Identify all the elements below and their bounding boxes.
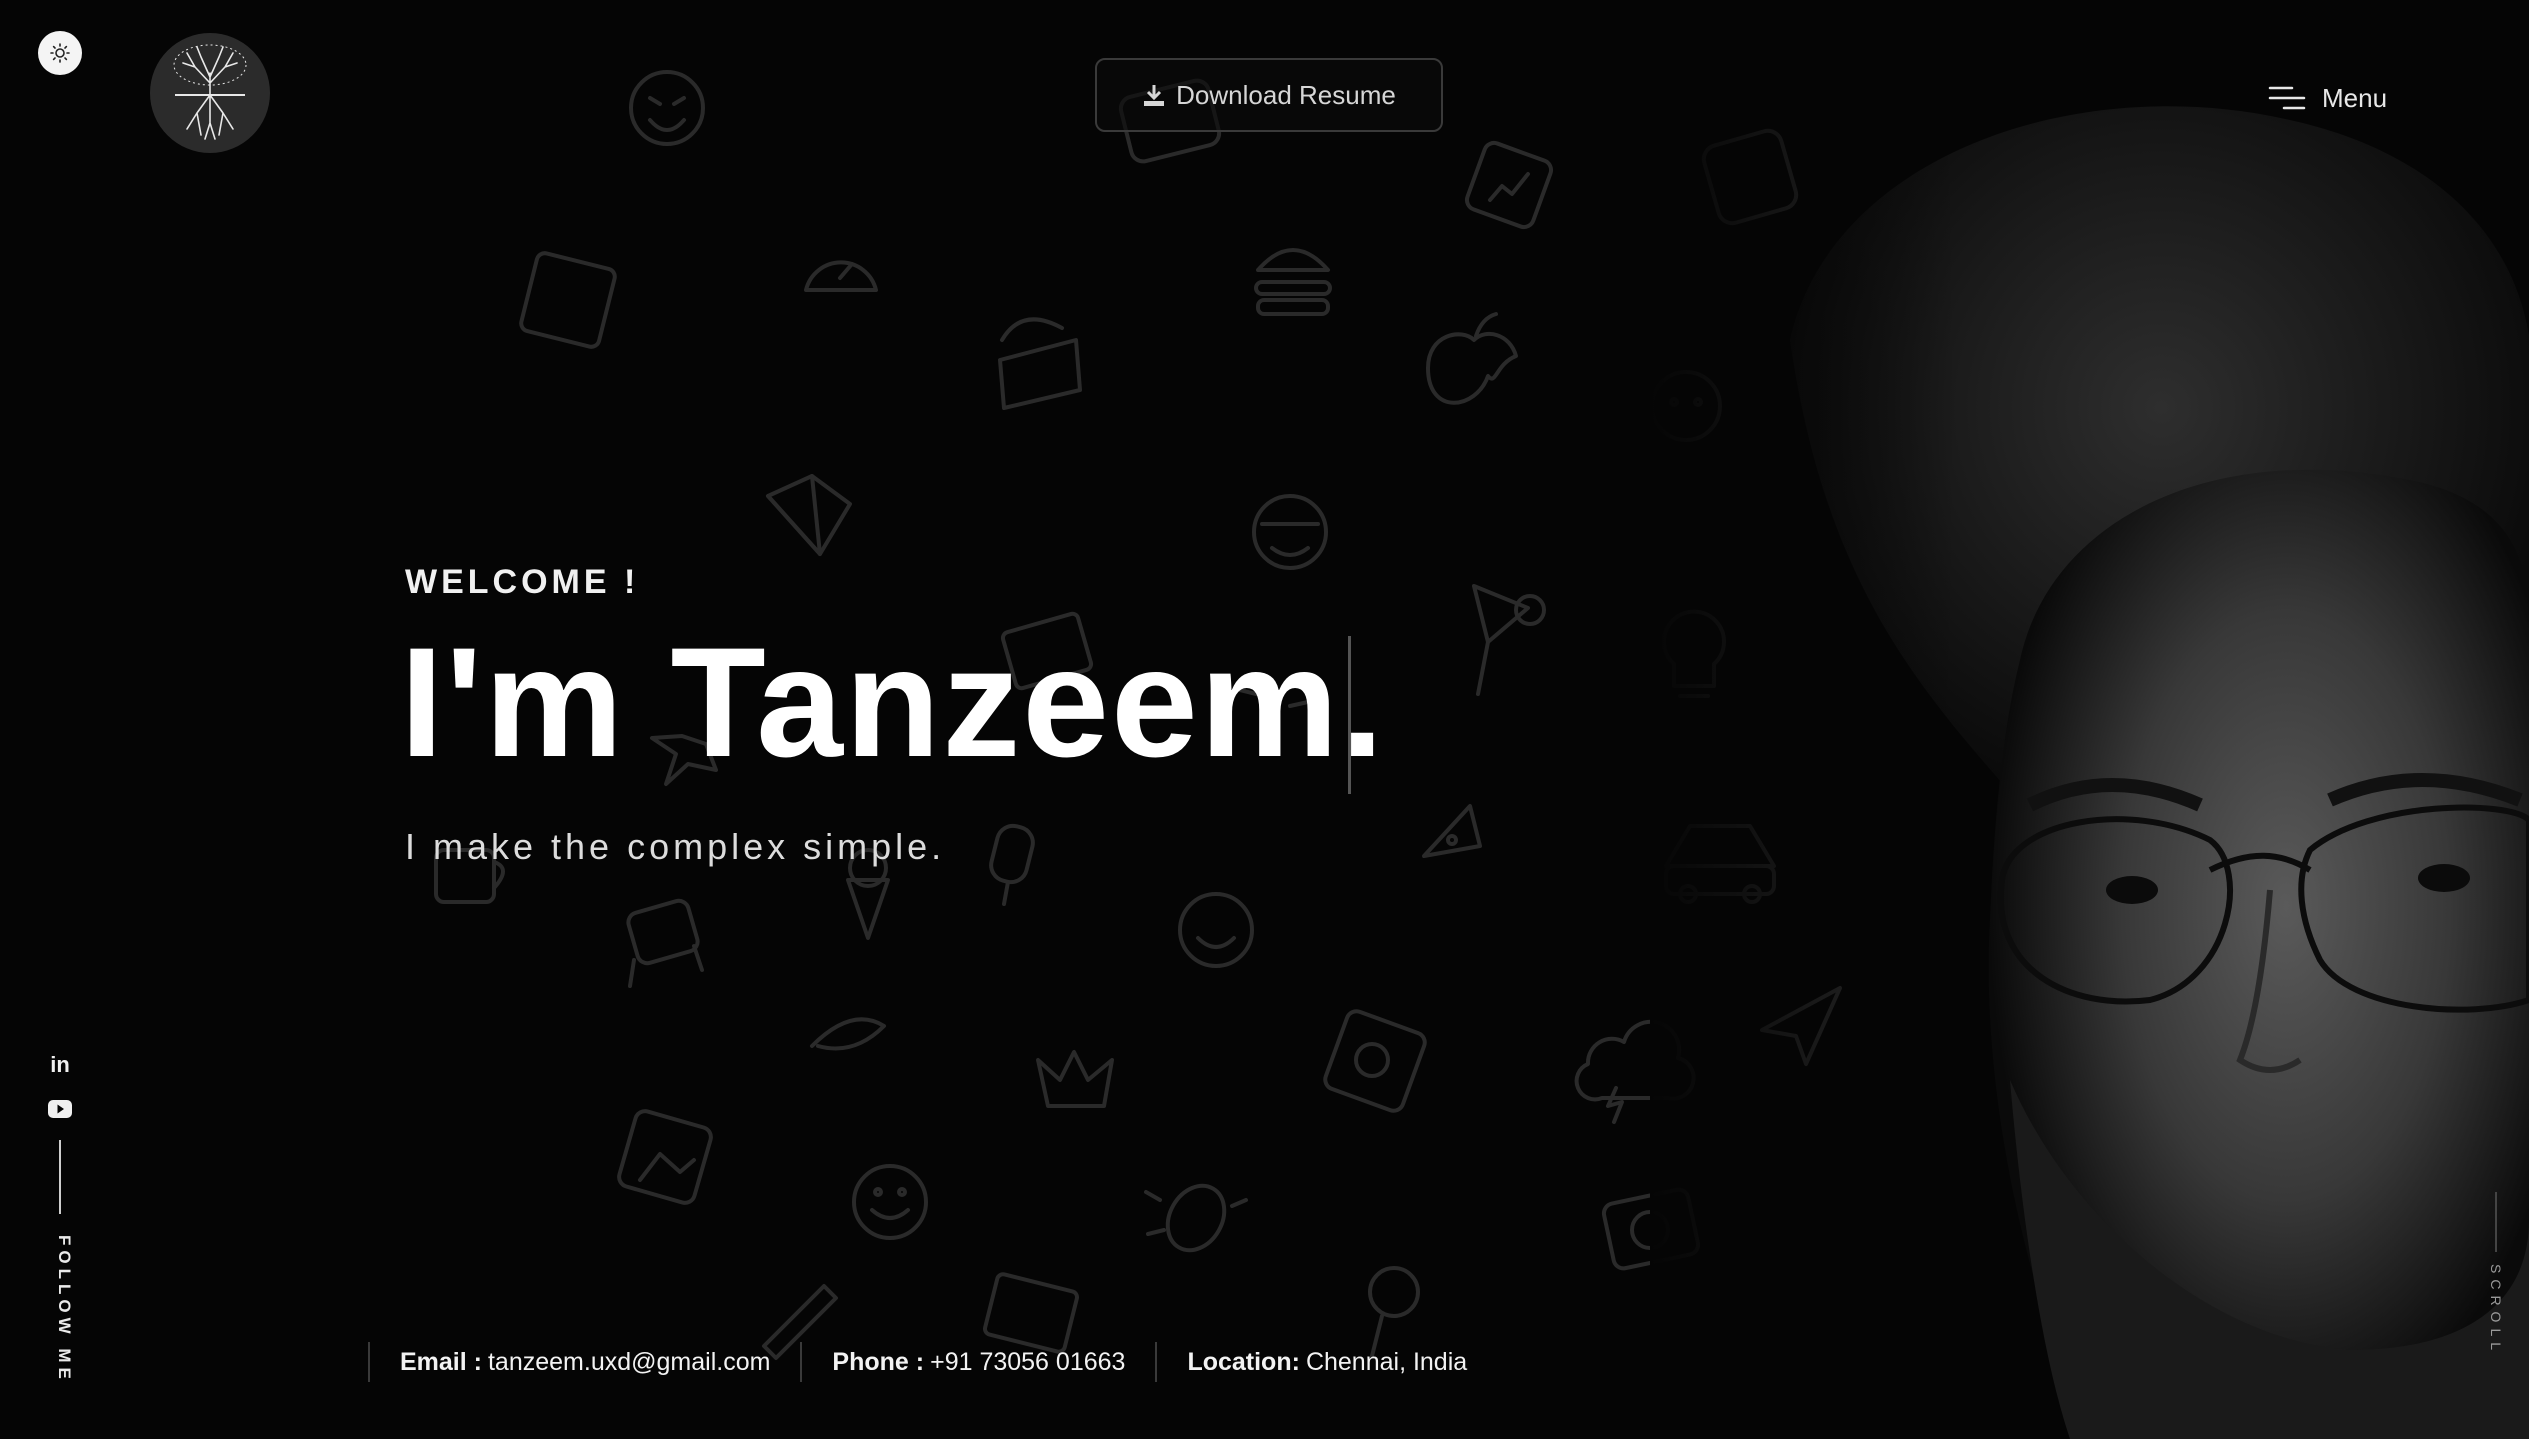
- email-value: tanzeem.uxd@gmail.com: [487, 1347, 771, 1376]
- theme-toggle-button[interactable]: [38, 31, 82, 75]
- sun-icon: [50, 43, 70, 63]
- linkedin-icon[interactable]: in: [48, 1052, 72, 1078]
- hamburger-icon: [2268, 86, 2306, 110]
- tree-logo[interactable]: [150, 33, 270, 153]
- phone-value: +91 73056 01663: [930, 1347, 1126, 1376]
- youtube-icon[interactable]: [48, 1100, 72, 1118]
- social-links: in: [48, 1052, 72, 1234]
- portrait-photo: [1650, 100, 2529, 1439]
- social-divider: [59, 1140, 61, 1214]
- typing-caret: [1348, 636, 1351, 794]
- scroll-line: [2495, 1192, 2497, 1252]
- follow-me-label: FOLLOW ME: [55, 1235, 74, 1384]
- download-resume-button[interactable]: Download Resume: [1095, 58, 1443, 132]
- email-label: Email :: [400, 1347, 482, 1376]
- scroll-label: SCROLL: [2488, 1264, 2504, 1357]
- download-icon: [1144, 85, 1165, 106]
- hero-tagline: I make the complex simple.: [405, 826, 946, 867]
- phone-label: Phone :: [832, 1347, 925, 1376]
- download-resume-label: Download Resume: [1176, 79, 1396, 110]
- menu-button[interactable]: Menu: [2268, 78, 2387, 118]
- scroll-indicator[interactable]: SCROLL: [2488, 1192, 2504, 1357]
- welcome-text: WELCOME !: [405, 563, 640, 601]
- location-value: Chennai, India: [1305, 1347, 1468, 1376]
- contact-email[interactable]: Email : tanzeem.uxd@gmail.com: [368, 1342, 800, 1382]
- contact-bar: Email : tanzeem.uxd@gmail.com Phone : +9…: [368, 1342, 1497, 1382]
- contact-location: Location: Chennai, India: [1155, 1342, 1497, 1382]
- menu-label: Menu: [2322, 82, 2388, 113]
- location-label: Location:: [1187, 1347, 1300, 1376]
- tree-icon: [173, 44, 247, 140]
- hero-headline: I'm Tanzeem.: [400, 616, 1386, 790]
- contact-phone[interactable]: Phone : +91 73056 01663: [800, 1342, 1155, 1382]
